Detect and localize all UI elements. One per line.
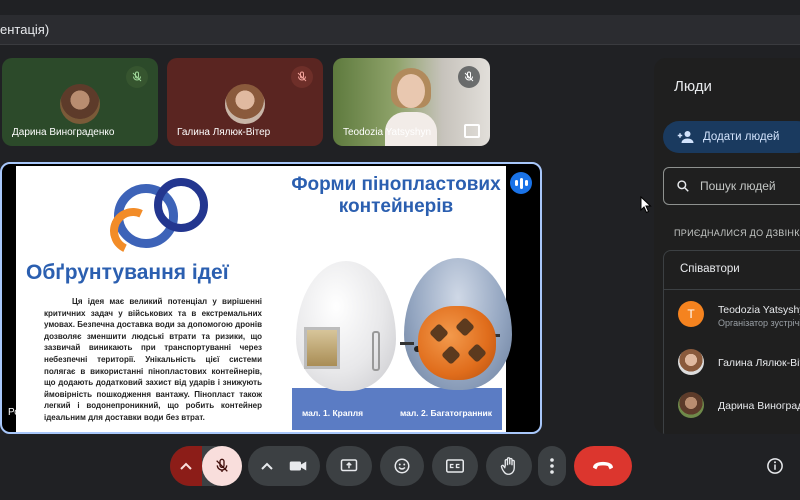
participant-tile[interactable]: Teodozia Yatsyshyn [333,58,490,146]
more-options-button[interactable] [538,446,566,486]
avatar [678,392,704,418]
figure-caption: мал. 1. Крапля [302,408,364,418]
present-icon [340,459,358,472]
group-header[interactable]: Співавтори [680,263,740,275]
chevron-up-icon[interactable] [261,462,273,470]
audio-options-button[interactable] [170,446,202,486]
search-placeholder: Пошук людей [700,179,776,193]
section-label: ПРИЄДНАЛИСЯ ДО ДЗВІНКА [674,228,800,238]
raise-hand-button[interactable] [486,446,532,486]
meet-window: ентація) Дарина Винограденко Галина Лялю… [0,0,800,500]
avatar [225,84,265,124]
drop-container-image [296,261,396,391]
captions-icon [446,459,464,473]
person-role: Організатор зустрічі [718,318,800,328]
search-people-input[interactable]: Пошук людей [663,167,800,205]
list-item[interactable]: Галина Лялюк-Вітер [678,349,800,377]
avatar [678,349,704,375]
person-add-icon [677,131,694,143]
info-icon [767,458,783,474]
leave-call-button[interactable] [574,446,632,486]
slide-heading-left: Обґрунтування ідеї [26,261,229,284]
presentation-tile[interactable]: Обґрунтування ідеї Ця ідея має великий п… [0,162,542,434]
slide-heading-right: Форми пінопластових контейнерів [291,174,501,217]
mic-off-icon [216,458,228,472]
mic-off-icon [126,66,148,88]
meeting-info-button[interactable] [760,446,790,486]
slide-body-text: Ця ідея має великий потенціал у вирішенн… [44,297,262,422]
avatar: T [678,301,704,327]
cursor-icon [640,196,652,214]
camera-control-group[interactable] [248,446,320,486]
meeting-title: ентація) [0,22,50,37]
top-bar: ентація) [0,0,800,48]
list-item[interactable]: Дарина Винограденко [678,392,800,420]
avatar [60,84,100,124]
slide: Обґрунтування ідеї Ця ідея має великий п… [16,166,512,432]
list-item[interactable]: T Teodozia Yatsyshyn Організатор зустріч… [678,301,800,329]
emoji-icon [394,458,410,474]
call-end-icon [593,461,613,470]
search-icon [677,180,689,192]
mic-off-icon [458,66,480,88]
raise-hand-icon [500,457,515,475]
participant-name: Teodozia Yatsyshyn [343,127,432,138]
people-panel: Люди Додати людей Пошук людей ПРИЄДНАЛИС… [654,58,800,434]
participant-tile[interactable]: Галина Лялюк-Вітер [167,58,323,146]
present-button[interactable] [326,446,372,486]
audio-wave-icon [510,172,532,194]
camera-icon[interactable] [289,459,307,473]
presenter-name: Ромашка Оля [8,407,73,418]
emoji-button[interactable] [380,446,424,486]
participant-name: Дарина Винограденко [12,127,115,138]
participants-group: Співавтори T Teodozia Yatsyshyn Організа… [663,250,800,434]
chevron-up-icon [180,462,192,470]
mic-off-icon [291,66,313,88]
participant-tile[interactable]: Дарина Винограденко [2,58,158,146]
person-name: Дарина Винограденко [718,400,800,412]
panel-title: Люди [674,78,712,95]
person-name: Teodozia Yatsyshyn [718,304,800,316]
pin-icon[interactable] [464,124,480,138]
figure-caption: мал. 2. Багатогранник [400,408,493,418]
add-people-button[interactable]: Додати людей [663,121,800,153]
mic-toggle-button[interactable] [202,446,242,486]
participant-name: Галина Лялюк-Вітер [177,127,271,138]
more-vert-icon [550,458,554,474]
logo-rings [103,178,220,261]
title-strip [0,15,800,45]
captions-button[interactable] [432,446,478,486]
polyhedron-container-image [418,306,496,380]
person-name: Галина Лялюк-Вітер [718,357,800,369]
add-people-label: Додати людей [703,131,780,143]
